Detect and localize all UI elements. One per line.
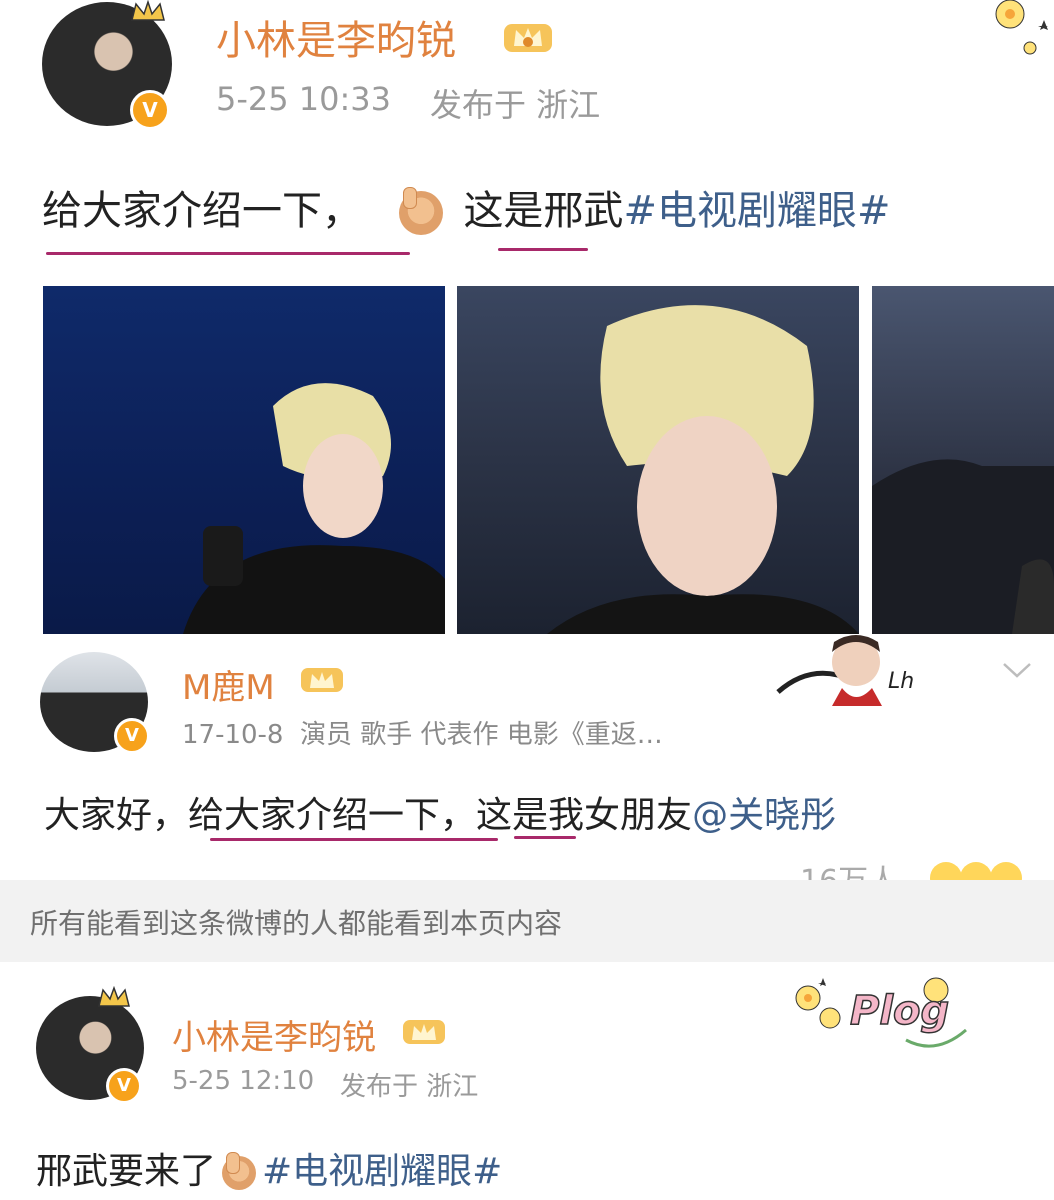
verified-v-icon: V <box>114 718 150 754</box>
crown-decoration-icon <box>128 0 168 22</box>
post-text: 邢武要来了 #电视剧耀眼# <box>36 1142 502 1194</box>
plog-sticker: Plog <box>786 970 976 1060</box>
underline-mark <box>498 248 588 251</box>
post-text: 给大家介绍一下， 这是邢武#电视剧耀眼# <box>42 178 890 236</box>
post-meta: 17-10-8 演员 歌手 代表作 电影《重返… <box>182 720 663 750</box>
plog-sticker-text: Plog <box>849 987 950 1035</box>
underline-mark <box>46 252 410 255</box>
text-main: 邢武要来了 <box>36 1151 217 1192</box>
flower-sticker-icon <box>980 0 1054 60</box>
post-photo[interactable] <box>872 286 1054 634</box>
verified-v-icon: V <box>130 90 170 130</box>
post-text: 大家好，给大家介绍一下，这是我女朋友@关晓彤 <box>44 786 836 838</box>
post-location: 发布于 浙江 <box>430 86 601 124</box>
text-part4: 我女朋友 <box>548 795 693 836</box>
text-part1: 大家好， <box>44 795 189 836</box>
crown-icon <box>500 16 556 60</box>
text-part2: 给大家介绍一下， <box>188 795 477 836</box>
crown-decoration-icon <box>96 985 132 1008</box>
topic-link[interactable]: #电视剧耀眼# <box>262 1151 502 1192</box>
text-part1: 给大家介绍一下， <box>42 188 362 234</box>
underline-mark <box>514 836 576 839</box>
raised-hand-emoji-icon <box>222 1152 257 1190</box>
post-location: 发布于 浙江 <box>340 1072 479 1102</box>
visibility-notice: 所有能看到这条微博的人都能看到本页内容 <box>0 880 1054 962</box>
reaction-emoji-icon <box>926 858 1026 880</box>
crown-icon <box>298 662 346 700</box>
notice-text: 所有能看到这条微博的人都能看到本页内容 <box>30 907 563 940</box>
crown-icon <box>400 1014 448 1052</box>
username[interactable]: 小林是李昀锐 <box>172 1010 376 1059</box>
portrait-sticker-icon: Lh <box>772 632 928 706</box>
post-time: 5-25 12:10 <box>172 1066 315 1096</box>
post-photo[interactable] <box>457 286 859 634</box>
mention-link[interactable]: @关晓彤 <box>692 795 836 836</box>
raised-hand-emoji-icon <box>398 187 443 235</box>
text-part2: 这是邢武 <box>463 188 624 234</box>
username[interactable]: M鹿M <box>182 660 275 709</box>
chevron-down-icon[interactable] <box>1000 652 1034 690</box>
username[interactable]: 小林是李昀锐 <box>216 8 456 66</box>
svg-text:Lh: Lh <box>888 669 914 694</box>
underline-mark <box>210 838 498 841</box>
post-time: 5-25 10:33 <box>216 80 392 118</box>
partial-count: 16万人 <box>800 864 898 880</box>
verified-v-icon: V <box>106 1068 142 1104</box>
topic-link[interactable]: #电视剧耀眼# <box>623 188 890 234</box>
post-photo[interactable] <box>43 286 445 634</box>
text-part3: 这是 <box>476 795 549 836</box>
